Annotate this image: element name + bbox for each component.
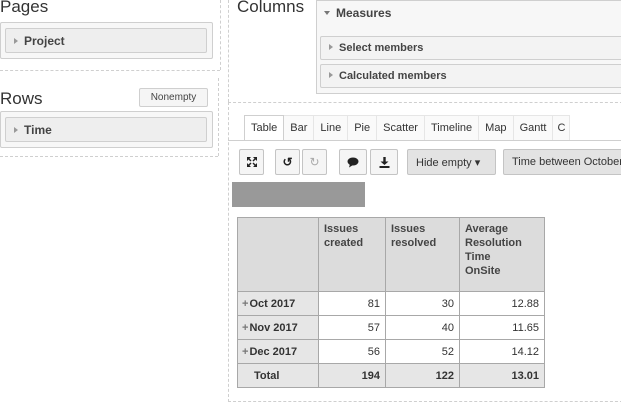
calculated-members-button[interactable]: Calculated members (320, 64, 621, 88)
collapse-arrow-icon (324, 10, 330, 15)
corner-header (237, 217, 319, 292)
table-row: +Nov 2017 57 40 11.65 (237, 315, 545, 340)
calculated-members-label: Calculated members (339, 70, 447, 82)
expand-arrows-icon (246, 157, 257, 167)
table-cell-total: 122 (385, 363, 460, 388)
table-cell: 56 (318, 339, 386, 364)
table-cell: 40 (385, 315, 460, 340)
rows-item-label: Time (24, 123, 52, 137)
expand-arrow-icon (14, 37, 18, 44)
pages-item-label: Project (24, 34, 65, 48)
undo-button[interactable]: ↺ (275, 149, 300, 175)
select-members-label: Select members (339, 42, 424, 54)
tab-map[interactable]: Map (479, 115, 514, 141)
tab-bar[interactable]: Bar (284, 115, 315, 141)
table-cell: 52 (385, 339, 460, 364)
tab-line[interactable]: Line (314, 115, 349, 141)
row-header-dec-2017[interactable]: +Dec 2017 (237, 339, 319, 364)
pages-item-project[interactable]: Project (5, 28, 207, 53)
table-row: +Dec 2017 56 52 14.12 (237, 339, 545, 364)
comment-button[interactable] (339, 149, 367, 175)
redo-icon: ↻ (309, 155, 320, 169)
expand-plus-icon[interactable]: + (242, 298, 248, 310)
select-members-button[interactable]: Select members (320, 36, 621, 60)
expand-plus-icon[interactable]: + (242, 322, 248, 334)
table-cell-total: 13.01 (459, 363, 545, 388)
table-cell: 30 (385, 291, 460, 316)
view-tabs: Table Bar Line Pie Scatter Timeline Map … (244, 115, 571, 141)
column-header-issues-created[interactable]: Issues created (318, 217, 386, 292)
download-icon (379, 156, 389, 168)
table-cell: 57 (318, 315, 386, 340)
tab-more[interactable]: C (553, 115, 571, 141)
table-cell: 12.88 (459, 291, 545, 316)
table-cell: 11.65 (459, 315, 545, 340)
comment-icon (347, 157, 359, 167)
report-title-placeholder (232, 182, 365, 207)
redo-button[interactable]: ↻ (302, 149, 327, 175)
tab-table[interactable]: Table (244, 115, 285, 141)
time-filter-button[interactable]: Time between October 2017 and December 2… (503, 149, 621, 175)
tab-timeline[interactable]: Timeline (424, 115, 480, 141)
row-header-nov-2017[interactable]: +Nov 2017 (237, 315, 319, 340)
tab-scatter[interactable]: Scatter (377, 115, 425, 141)
measures-label: Measures (336, 6, 392, 20)
table-cell: 81 (318, 291, 386, 316)
columns-title: Columns (237, 0, 305, 16)
column-header-issues-resolved[interactable]: Issues resolved (385, 217, 460, 292)
pages-title: Pages (0, 0, 49, 16)
expand-arrow-icon (329, 44, 333, 51)
results-table: Issues created Issues resolved Average R… (237, 217, 545, 388)
export-button[interactable] (370, 149, 398, 175)
expand-arrow-icon (14, 126, 18, 133)
tab-pie[interactable]: Pie (348, 115, 378, 141)
tab-gantt[interactable]: Gantt (513, 115, 554, 141)
table-total-row: Total 194 122 13.01 (237, 363, 545, 388)
table-cell-total: 194 (318, 363, 386, 388)
expand-plus-icon[interactable]: + (242, 346, 248, 358)
rows-title: Rows (0, 89, 43, 108)
expand-arrow-icon (329, 72, 333, 79)
rows-item-time[interactable]: Time (5, 117, 207, 142)
measures-header[interactable]: Measures (324, 6, 391, 20)
row-header-oct-2017[interactable]: +Oct 2017 (237, 291, 319, 316)
nonempty-button[interactable]: Nonempty (139, 88, 208, 107)
row-header-total: Total (237, 363, 319, 388)
table-row: +Oct 2017 81 30 12.88 (237, 291, 545, 316)
table-header-row: Issues created Issues resolved Average R… (237, 217, 545, 292)
undo-icon: ↺ (282, 155, 293, 169)
fullscreen-button[interactable] (239, 149, 264, 175)
column-header-avg-resolution-time[interactable]: Average Resolution Time OnSite (459, 217, 545, 292)
hide-empty-dropdown[interactable]: Hide empty ▾ (407, 149, 496, 175)
table-cell: 14.12 (459, 339, 545, 364)
